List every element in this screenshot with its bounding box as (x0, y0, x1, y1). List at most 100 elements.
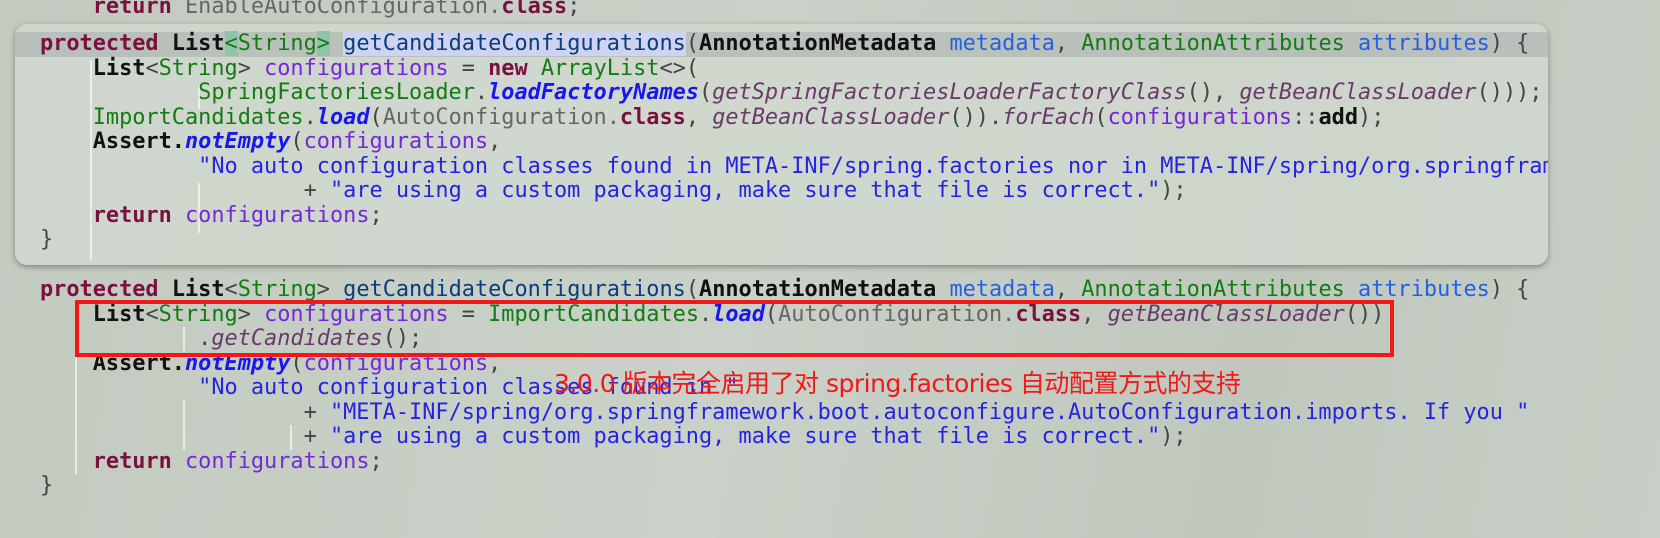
code-token: ( (290, 129, 304, 154)
code-token: "No auto configuration classes found in … (198, 153, 1548, 179)
code-token: add (1318, 104, 1359, 130)
code-token: List (92, 55, 146, 81)
code-token: } (40, 473, 54, 498)
code-line: return EnableAutoConfiguration.class; (0, 0, 581, 20)
code-token: attributes (1358, 31, 1490, 56)
code-token: Assert. (92, 129, 185, 154)
code-token: (), (1186, 80, 1240, 105)
code-token: return (92, 448, 172, 474)
code-token: return (92, 202, 172, 228)
code-token: > (316, 277, 344, 302)
code-token: ImportCandidates (92, 104, 304, 130)
code-token: <>( (659, 55, 700, 81)
code-token: ( (685, 31, 700, 56)
code-token: < (224, 31, 238, 56)
code-token: List (171, 277, 225, 302)
code-token: String (237, 31, 317, 56)
code-token: ); (1358, 104, 1385, 130)
code-token: AnnotationAttributes (1081, 277, 1345, 302)
code-token: configurations (184, 448, 370, 474)
code-token: < (224, 277, 238, 302)
code-line: + "are using a custom packaging, make su… (0, 424, 1529, 450)
code-token: . (303, 104, 317, 130)
code-token: ) { (1489, 31, 1530, 56)
code-token: AnnotationMetadata (699, 277, 937, 302)
code-token: AnnotationMetadata (699, 31, 937, 56)
code-token: ; (567, 0, 581, 19)
code-token: loadFactoryNames (488, 80, 699, 105)
code-line: + "are using a custom packaging, make su… (15, 178, 1548, 204)
code-token: configurations (264, 55, 449, 81)
code-token: getCandidateConfigurations (343, 277, 686, 302)
code-token: getSpringFactoriesLoaderFactoryClass (712, 80, 1187, 105)
code-top: return EnableAutoConfiguration.class; (0, 0, 581, 20)
code-line: return configurations; (15, 202, 1548, 229)
code-token: "META-INF/spring/org.springframework.boo… (329, 399, 1530, 425)
code-token: String (237, 277, 317, 302)
code-token: AnnotationAttributes (1081, 31, 1345, 56)
code-token: ) { (1489, 277, 1530, 302)
code-line: } (15, 227, 1548, 253)
code-token: , (1054, 277, 1082, 302)
code-token: SpringFactoriesLoader (198, 80, 475, 105)
code-token: ); (1160, 178, 1187, 203)
code-token: metadata (949, 277, 1055, 302)
code-token: class (619, 104, 686, 130)
highlight-box (75, 300, 1394, 357)
code-token: List (171, 31, 225, 56)
code-token: , (685, 104, 713, 130)
code-token: , (488, 129, 502, 154)
code-token: String (158, 55, 238, 81)
code-token: load (316, 104, 370, 130)
code-token: } (40, 227, 54, 252)
code-token: . (474, 80, 489, 105)
code-line: Assert.notEmpty(configurations, (15, 129, 1548, 155)
code-token: ()). (949, 104, 1003, 130)
code-token: ())); (1476, 80, 1543, 105)
code-token: ); (1160, 424, 1187, 449)
code-line: protected List<String> getCandidateConfi… (15, 31, 1548, 57)
code-token: , (1054, 31, 1082, 56)
code-token: EnableAutoConfiguration. (171, 0, 502, 19)
code-token: + (40, 424, 330, 449)
code-token: configurations (1107, 104, 1293, 130)
code-line: ImportCandidates.load(AutoConfiguration.… (15, 104, 1548, 131)
code-token: new (488, 55, 528, 81)
code-token: ( (1094, 104, 1108, 130)
code-line: return configurations; (0, 448, 1529, 475)
code-line: + "META-INF/spring/org.springframework.b… (0, 399, 1530, 426)
code-token: ArrayList (540, 55, 660, 81)
code-token: ( (685, 277, 700, 302)
code-token: + (40, 399, 330, 425)
annotation-note: 3.0.0 版本完全启用了对 spring.factories 自动配置方式的支… (554, 369, 1241, 398)
code-token: "are using a custom packaging, make sure… (329, 178, 1161, 203)
code-token: :: (1292, 104, 1319, 130)
code-token: < (145, 55, 159, 81)
code-token: AutoConfiguration. (382, 104, 620, 130)
code-token: configurations (184, 202, 370, 228)
code-token: getBeanClassLoader (712, 104, 950, 130)
code-line: List<String> configurations = new ArrayL… (15, 55, 1548, 82)
code-token: configurations (303, 129, 489, 154)
code-token: ( (369, 104, 383, 130)
code-token: getBeanClassLoader (1239, 80, 1477, 105)
code-token: class (501, 0, 568, 19)
code-line: "No auto configuration classes found in … (15, 153, 1548, 180)
